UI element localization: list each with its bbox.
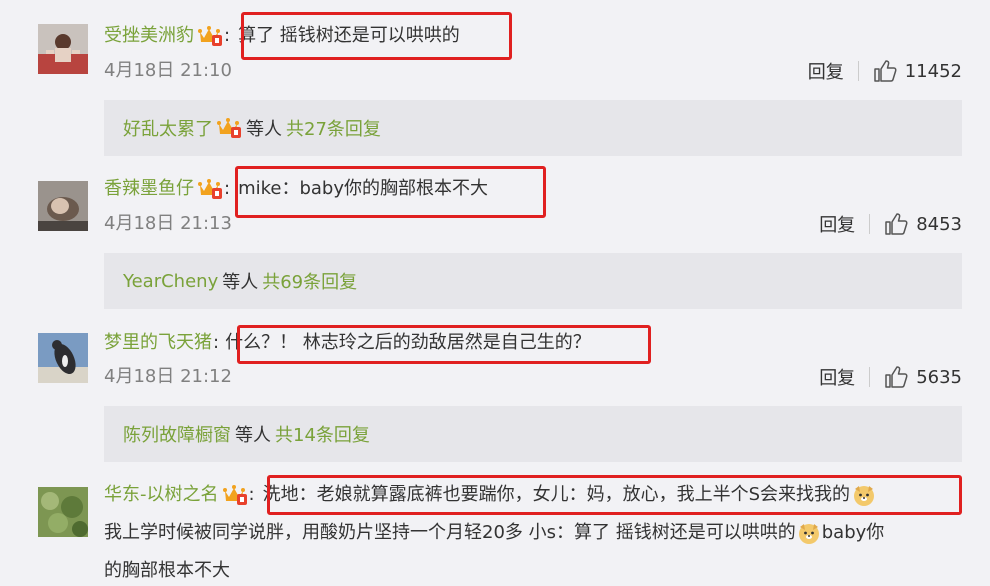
avatar[interactable] [38,487,88,537]
reply-button[interactable]: 回复 [819,364,855,390]
divider [857,61,859,81]
comment-line: 受挫美洲豹 : 算了 摇钱树还是可以哄哄的 [104,21,460,51]
reply-count-link[interactable]: 共27条回复 [286,115,381,141]
reply-username[interactable]: 陈列故障橱窗 [123,421,231,447]
reply-username[interactable]: YearCheny [123,271,218,292]
colon: : [213,332,220,353]
colon: : [224,25,231,46]
crown-badge-icon [222,485,247,505]
reply-button[interactable]: 回复 [808,58,844,84]
crown-badge-icon [198,26,222,46]
comment-text-line: 的胸部根本不大 [104,560,230,581]
reply-label: 等人 [246,119,282,140]
like-button[interactable]: 11452 [873,59,962,83]
comment-actions: 回复 11452 [808,58,962,84]
like-count: 5635 [916,366,962,388]
divider [869,214,871,234]
dog-emoji-icon [798,524,819,544]
like-count: 8453 [916,213,962,235]
reply-username[interactable]: 好乱太累了 [123,115,213,141]
comment-text: 算了 摇钱树还是可以哄哄的 [238,25,460,46]
crown-badge-icon [217,118,241,138]
like-button[interactable]: 8453 [884,212,962,236]
thumbs-up-icon [885,213,908,235]
reply-summary-bar[interactable]: 好乱太累了 等人 共27条回复 [104,100,962,156]
avatar[interactable] [38,181,88,231]
comment-text-continued: 我上学时候被同学说胖，用酸奶片坚持一个月轻20多 小s：算了 摇钱树还是可以哄哄… [104,518,884,548]
comment-actions: 回复 5635 [819,364,962,390]
avatar[interactable] [38,24,88,74]
comment-username[interactable]: 梦里的飞天猪 [104,328,212,358]
avatar[interactable] [38,333,88,383]
divider [869,367,871,387]
comment-username[interactable]: 华东-以树之名 [104,480,219,510]
reply-summary-bar[interactable]: 陈列故障橱窗 等人 共14条回复 [104,406,962,462]
reply-summary-bar[interactable]: YearCheny 等人 共69条回复 [104,253,962,309]
comment-actions: 回复 8453 [819,211,962,237]
comment-text-line: baby你 [821,522,885,543]
reply-label: 等人 [222,272,259,293]
comment-line: 香辣墨鱼仔 : mike：baby你的胸部根本不大 [104,174,488,204]
reply-label: 等人 [235,425,271,446]
comment-text: 洗地：老娘就算露底裤也要踹你，女儿：妈，放心，我上半个S会来找我的 [262,484,851,505]
reply-count-link[interactable]: 共69条回复 [262,268,357,294]
colon: : [248,484,255,505]
thumbs-up-icon [873,60,897,82]
comment-time: 4月18日 21:12 [104,366,232,387]
comment-username[interactable]: 香辣墨鱼仔 [104,174,194,204]
like-button[interactable]: 5635 [884,365,962,389]
reply-button[interactable]: 回复 [819,211,855,237]
comment-text: 什么？！ 林志玲之后的劲敌居然是自己生的？ [225,332,591,353]
thumbs-up-icon [885,366,908,388]
like-count: 11452 [904,60,962,82]
crown-badge-icon [198,179,222,199]
comment-text: mike：baby你的胸部根本不大 [238,178,489,199]
comment-text-line: 我上学时候被同学说胖，用酸奶片坚持一个月轻20多 小s：算了 摇钱树还是可以哄哄… [104,522,796,543]
comment-time: 4月18日 21:10 [104,60,232,81]
comment-line: 梦里的飞天猪 : 什么？！ 林志玲之后的劲敌居然是自己生的？ [104,328,591,358]
dog-emoji-icon [854,486,875,506]
reply-count-link[interactable]: 共14条回复 [275,421,370,447]
comment-time: 4月18日 21:13 [104,213,232,234]
comment-username[interactable]: 受挫美洲豹 [104,21,194,51]
comment-line: 华东-以树之名 : 洗地：老娘就算露底裤也要踹你，女儿：妈，放心，我上半个S会来… [104,480,876,510]
colon: : [224,178,231,199]
